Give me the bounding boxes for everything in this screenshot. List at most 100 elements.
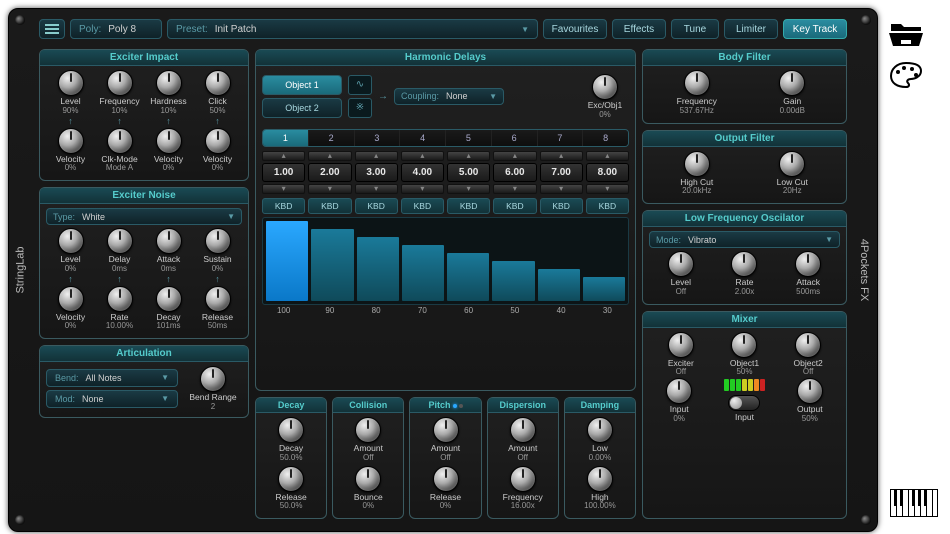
dec-button-4[interactable]: ▾ xyxy=(401,184,444,194)
collision-k1-knob[interactable] xyxy=(355,417,381,443)
lfo-mode-select[interactable]: Mode: Vibrato ▼ xyxy=(649,231,840,248)
inc-button-8[interactable]: ▴ xyxy=(586,151,629,161)
harmonic-value-7[interactable]: 7.00 xyxy=(540,163,583,182)
inc-button-5[interactable]: ▴ xyxy=(447,151,490,161)
bend-select[interactable]: Bend: All Notes ▼ xyxy=(46,369,178,387)
body-freq-knob[interactable] xyxy=(684,70,710,96)
ei2-2-knob[interactable] xyxy=(156,128,182,154)
poly-select[interactable]: Poly: Poly 8 xyxy=(70,19,162,39)
coupling-select[interactable]: Coupling: None ▼ xyxy=(394,88,504,105)
object2-button[interactable]: Object 2 xyxy=(262,98,342,118)
folder-open-icon[interactable] xyxy=(888,18,924,48)
harmonic-bar-6[interactable] xyxy=(492,261,534,301)
ei1-2-knob[interactable] xyxy=(156,70,182,96)
en2-0-knob[interactable] xyxy=(58,286,84,312)
kbd-button-5[interactable]: KBD xyxy=(447,198,490,214)
menu-button[interactable] xyxy=(39,19,65,39)
mixer-output-knob[interactable] xyxy=(797,378,823,404)
highcut-knob[interactable] xyxy=(684,151,710,177)
inc-button-3[interactable]: ▴ xyxy=(355,151,398,161)
en2-1-knob[interactable] xyxy=(107,286,133,312)
en2-2-knob[interactable] xyxy=(156,286,182,312)
harmonic-bar-4[interactable] xyxy=(402,245,444,301)
object2-wave-icon[interactable]: ※ xyxy=(348,98,372,118)
harmonic-value-4[interactable]: 4.00 xyxy=(401,163,444,182)
dec-button-3[interactable]: ▾ xyxy=(355,184,398,194)
en1-0-knob[interactable] xyxy=(58,228,84,254)
en1-3-knob[interactable] xyxy=(205,228,231,254)
harmonic-value-3[interactable]: 3.00 xyxy=(355,163,398,182)
harmonic-bar-8[interactable] xyxy=(583,277,625,301)
harmonic-tab-1[interactable]: 1 xyxy=(263,130,309,146)
pitch-k2-knob[interactable] xyxy=(433,466,459,492)
harmonic-tab-7[interactable]: 7 xyxy=(538,130,584,146)
ei2-3-knob[interactable] xyxy=(205,128,231,154)
harmonic-value-8[interactable]: 8.00 xyxy=(586,163,629,182)
mixer-input-knob[interactable] xyxy=(666,378,692,404)
harmonic-value-1[interactable]: 1.00 xyxy=(262,163,305,182)
ei1-0-knob[interactable] xyxy=(58,70,84,96)
kbd-button-4[interactable]: KBD xyxy=(401,198,444,214)
body-gain-knob[interactable] xyxy=(779,70,805,96)
dec-button-6[interactable]: ▾ xyxy=(493,184,536,194)
ei2-1-knob[interactable] xyxy=(107,128,133,154)
damping-k2-knob[interactable] xyxy=(587,466,613,492)
en1-1-knob[interactable] xyxy=(107,228,133,254)
dec-button-2[interactable]: ▾ xyxy=(308,184,351,194)
input-toggle[interactable] xyxy=(728,395,760,411)
limiter-button[interactable]: Limiter xyxy=(724,19,778,39)
harmonic-bar-3[interactable] xyxy=(357,237,399,301)
lfo-2-knob[interactable] xyxy=(795,251,821,277)
dec-button-8[interactable]: ▾ xyxy=(586,184,629,194)
pitch-k1-knob[interactable] xyxy=(433,417,459,443)
harmonic-value-2[interactable]: 2.00 xyxy=(308,163,351,182)
ei1-3-knob[interactable] xyxy=(205,70,231,96)
bend-range-knob[interactable] xyxy=(200,366,226,392)
preset-select[interactable]: Preset: Init Patch ▼ xyxy=(167,19,538,39)
harmonic-bar-7[interactable] xyxy=(538,269,580,301)
palette-icon[interactable] xyxy=(888,60,924,90)
kbd-button-2[interactable]: KBD xyxy=(308,198,351,214)
harmonic-tab-5[interactable]: 5 xyxy=(446,130,492,146)
harmonic-tab-6[interactable]: 6 xyxy=(492,130,538,146)
keytrack-button[interactable]: Key Track xyxy=(783,19,847,39)
dec-button-7[interactable]: ▾ xyxy=(540,184,583,194)
favourites-button[interactable]: Favourites xyxy=(543,19,607,39)
lfo-1-knob[interactable] xyxy=(731,251,757,277)
harmonic-bar-1[interactable] xyxy=(266,221,308,301)
inc-button-7[interactable]: ▴ xyxy=(540,151,583,161)
exc-obj1-knob[interactable] xyxy=(592,74,618,100)
inc-button-2[interactable]: ▴ xyxy=(308,151,351,161)
object1-button[interactable]: Object 1 xyxy=(262,75,342,95)
kbd-button-6[interactable]: KBD xyxy=(493,198,536,214)
harmonic-value-5[interactable]: 5.00 xyxy=(447,163,490,182)
kbd-button-8[interactable]: KBD xyxy=(586,198,629,214)
kbd-button-7[interactable]: KBD xyxy=(540,198,583,214)
noise-type-select[interactable]: Type: White ▼ xyxy=(46,208,242,225)
dispersion-k2-knob[interactable] xyxy=(510,466,536,492)
harmonic-value-6[interactable]: 6.00 xyxy=(493,163,536,182)
mixer1-1-knob[interactable] xyxy=(731,332,757,358)
dec-button-1[interactable]: ▾ xyxy=(262,184,305,194)
harmonic-bar-5[interactable] xyxy=(447,253,489,301)
mixer1-0-knob[interactable] xyxy=(668,332,694,358)
inc-button-4[interactable]: ▴ xyxy=(401,151,444,161)
mod-select[interactable]: Mod: None ▼ xyxy=(46,390,178,408)
dispersion-k1-knob[interactable] xyxy=(510,417,536,443)
piano-keyboard-icon[interactable] xyxy=(890,489,938,522)
en2-3-knob[interactable] xyxy=(205,286,231,312)
harmonic-tab-2[interactable]: 2 xyxy=(309,130,355,146)
harmonic-tab-4[interactable]: 4 xyxy=(400,130,446,146)
ei2-0-knob[interactable] xyxy=(58,128,84,154)
effects-button[interactable]: Effects xyxy=(612,19,666,39)
inc-button-6[interactable]: ▴ xyxy=(493,151,536,161)
en1-2-knob[interactable] xyxy=(156,228,182,254)
decay-k1-knob[interactable] xyxy=(278,417,304,443)
collision-k2-knob[interactable] xyxy=(355,466,381,492)
harmonic-tab-8[interactable]: 8 xyxy=(583,130,628,146)
object1-wave-icon[interactable]: ∿ xyxy=(348,75,372,95)
inc-button-1[interactable]: ▴ xyxy=(262,151,305,161)
decay-k2-knob[interactable] xyxy=(278,466,304,492)
ei1-1-knob[interactable] xyxy=(107,70,133,96)
damping-k1-knob[interactable] xyxy=(587,417,613,443)
